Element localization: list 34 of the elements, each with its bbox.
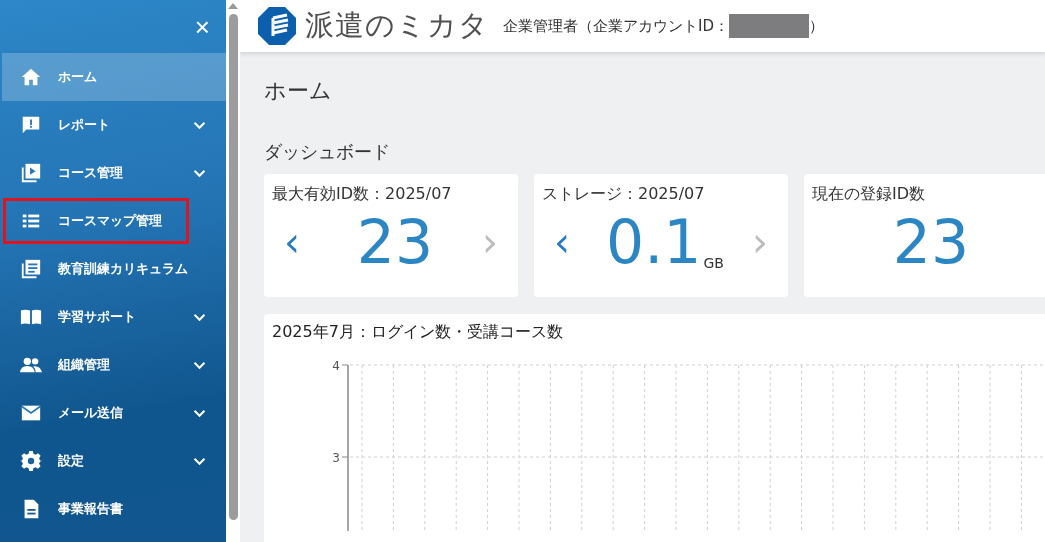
nav-item[interactable]: コースマップ管理 bbox=[2, 197, 190, 245]
document-stack-icon bbox=[20, 258, 42, 280]
dashboard-heading: ダッシュボード bbox=[264, 140, 391, 164]
logo-icon bbox=[257, 6, 297, 46]
closing-parenthesis: ） bbox=[809, 16, 824, 36]
nav-item[interactable]: 事業報告書 bbox=[2, 485, 226, 533]
account-label: 企業管理者（企業アカウントID： bbox=[503, 16, 729, 36]
card-title: 現在の登録ID数 bbox=[812, 184, 927, 205]
nav-item[interactable]: コース管理 bbox=[2, 149, 226, 197]
page-title: ホーム bbox=[264, 77, 333, 105]
close-button[interactable]: × bbox=[192, 13, 212, 40]
nav-item[interactable]: 教育訓練カリキュラム bbox=[2, 245, 226, 293]
nav-item[interactable]: 設定 bbox=[2, 437, 226, 485]
chart-title: 2025年7月：ログイン数・受講コース数 bbox=[272, 322, 564, 343]
previous-arrow[interactable]: ‹ bbox=[552, 212, 572, 272]
nav-item[interactable]: レポート bbox=[2, 101, 226, 149]
scroll-thumb[interactable] bbox=[228, 14, 238, 520]
unit-label: GB bbox=[703, 255, 724, 271]
nav-item[interactable]: 学習サポート bbox=[2, 293, 226, 341]
y-tick-label: 4 bbox=[332, 359, 340, 373]
nav-item[interactable]: 組織管理 bbox=[2, 341, 226, 389]
nav-item[interactable]: メール送信 bbox=[2, 389, 226, 437]
card-title: ストレージ：2025/07 bbox=[542, 184, 706, 205]
logo-text: 派遣のミカタ bbox=[305, 7, 489, 44]
stat-value: 23 bbox=[356, 207, 434, 277]
stat-value: 0.1 bbox=[606, 207, 702, 277]
previous-arrow[interactable]: ‹ bbox=[282, 212, 302, 272]
home-icon bbox=[20, 66, 42, 88]
card-title: 最大有効ID数：2025/07 bbox=[272, 184, 453, 205]
stat-value: 23 bbox=[892, 207, 970, 277]
settings-icon bbox=[20, 450, 42, 472]
y-tick-label: 3 bbox=[332, 451, 340, 465]
nav-item[interactable]: ホーム bbox=[2, 53, 226, 101]
play-stack-icon bbox=[20, 162, 42, 184]
